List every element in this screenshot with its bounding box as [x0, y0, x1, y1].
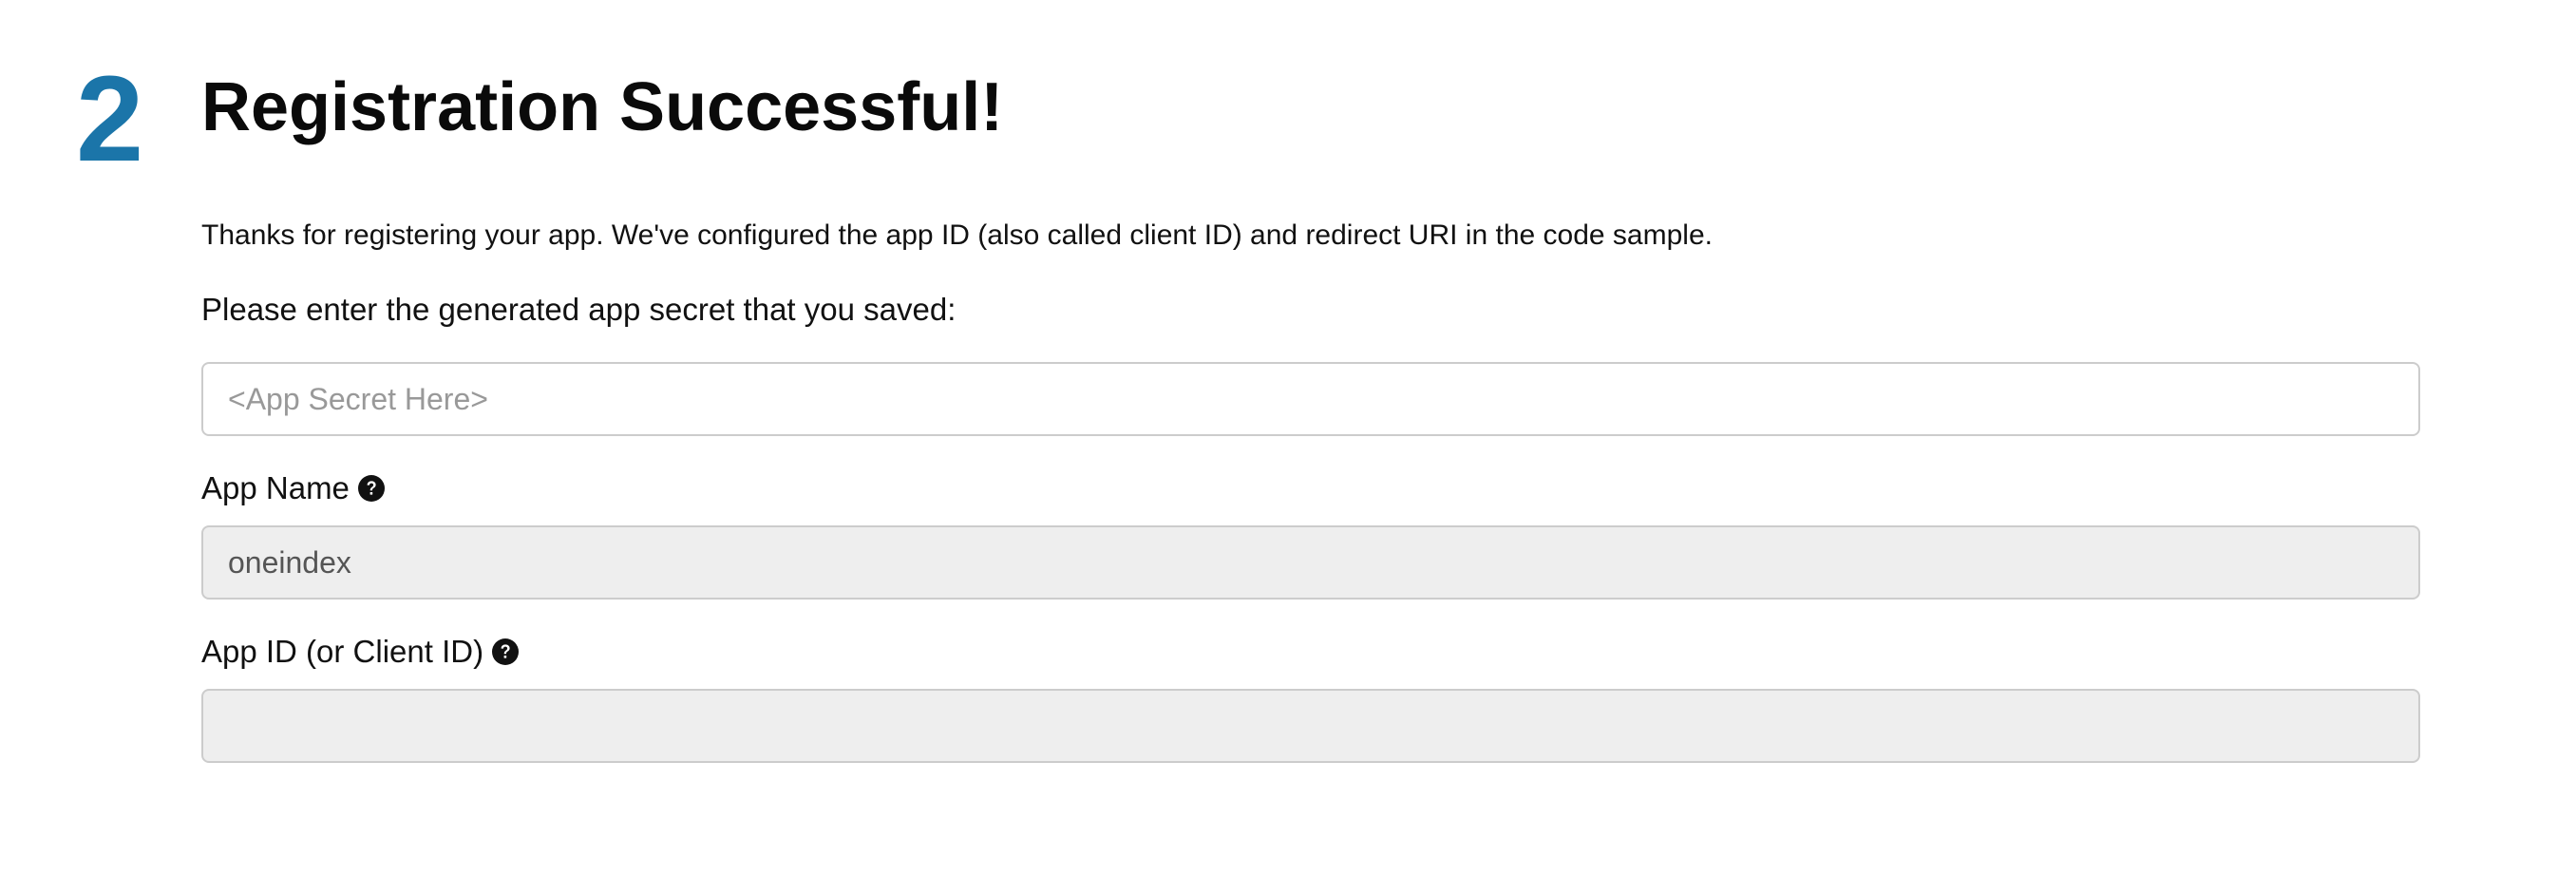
app-name-field[interactable] — [201, 525, 2420, 600]
app-name-label-text: App Name — [201, 470, 350, 505]
app-name-label: App Name — [201, 468, 386, 508]
app-secret-input[interactable] — [201, 362, 2420, 436]
page-title: Registration Successful! — [201, 69, 1004, 145]
app-id-label-text: App ID (or Client ID) — [201, 634, 484, 669]
secret-prompt: Please enter the generated app secret th… — [201, 292, 957, 327]
question-circle-icon[interactable] — [491, 638, 520, 666]
app-id-field[interactable] — [201, 689, 2420, 763]
app-id-label: App ID (or Client ID) — [201, 632, 520, 672]
intro-text: Thanks for registering your app. We've c… — [201, 219, 1713, 251]
question-circle-icon[interactable] — [357, 474, 386, 503]
step-number: 2 — [76, 51, 143, 187]
